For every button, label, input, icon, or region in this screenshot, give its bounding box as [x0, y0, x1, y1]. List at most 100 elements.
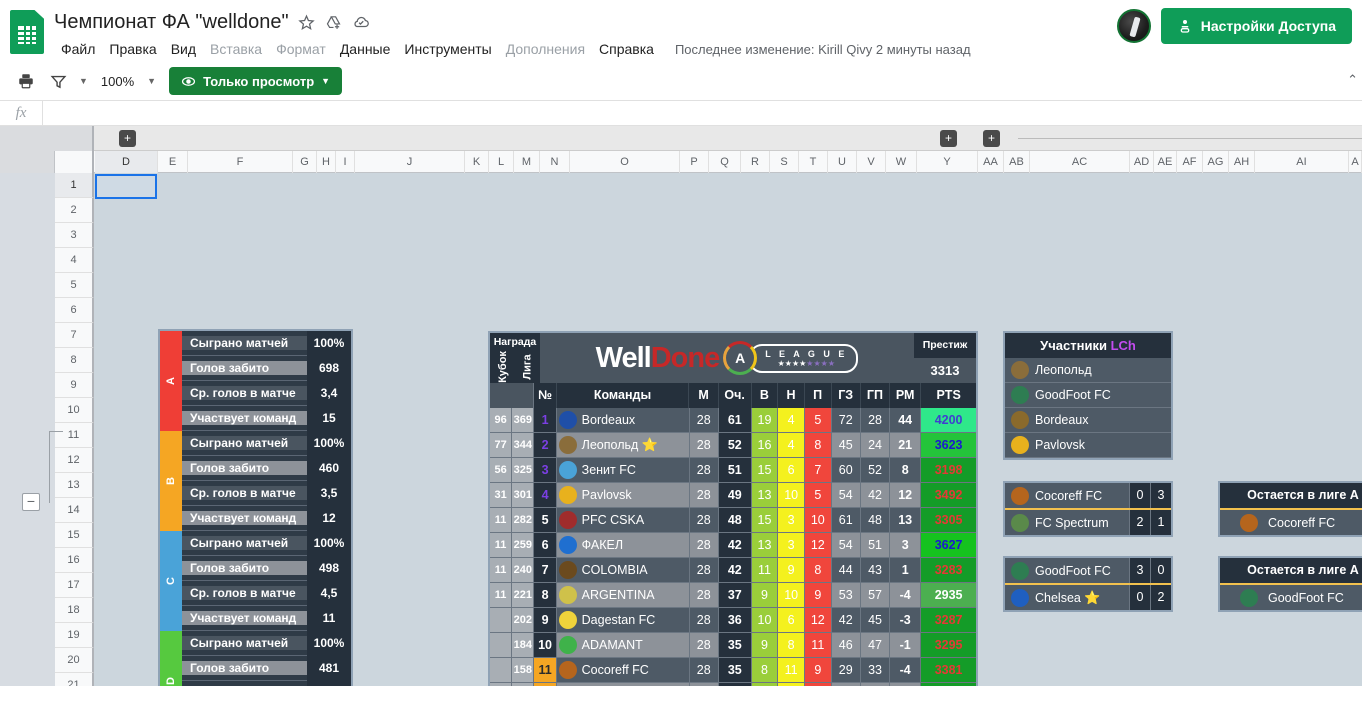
view-only-caret-icon[interactable]: ▼	[321, 76, 330, 86]
printer-icon[interactable]	[12, 67, 40, 95]
column-header-AC[interactable]: AC	[1030, 151, 1130, 173]
column-header-I[interactable]: I	[336, 151, 355, 173]
row-header-6[interactable]: 6	[55, 298, 94, 323]
column-header-F[interactable]: F	[188, 151, 293, 173]
column-header-S[interactable]: S	[770, 151, 799, 173]
cloud-saved-icon[interactable]	[352, 13, 370, 31]
add-column-group-icon-1[interactable]: +	[119, 130, 136, 147]
row-header-9[interactable]: 9	[55, 373, 94, 398]
col-header-losses: П	[804, 383, 832, 408]
row-header-15[interactable]: 15	[55, 523, 94, 548]
column-header-V[interactable]: V	[857, 151, 886, 173]
row-header-2[interactable]: 2	[55, 198, 94, 223]
row-header-17[interactable]: 17	[55, 573, 94, 598]
column-header-H[interactable]: H	[317, 151, 336, 173]
brand-well: Well	[595, 341, 652, 374]
menu-item-view[interactable]: Вид	[164, 38, 203, 60]
column-header-M[interactable]: M	[514, 151, 540, 173]
column-header-O[interactable]: O	[570, 151, 680, 173]
position: 10	[534, 633, 557, 658]
row-header-7[interactable]: 7	[55, 323, 94, 348]
matches-played: 28	[689, 458, 719, 483]
column-header-AF[interactable]: AF	[1177, 151, 1203, 173]
column-header-E[interactable]: E	[158, 151, 188, 173]
menu-item-file[interactable]: Файл	[54, 38, 102, 60]
goals-for: 45	[831, 433, 861, 458]
add-column-group-icon-3[interactable]: +	[983, 130, 1000, 147]
column-header-AD[interactable]: AD	[1130, 151, 1154, 173]
row-header-20[interactable]: 20	[55, 648, 94, 673]
column-header-D[interactable]: D	[95, 151, 158, 173]
column-header-AI[interactable]: AI	[1255, 151, 1349, 173]
zoom-dropdown-caret-icon[interactable]: ▼	[144, 76, 159, 86]
prestige-pts: 3234	[921, 683, 977, 686]
column-header-L[interactable]: L	[489, 151, 514, 173]
column-header-A[interactable]: A	[1349, 151, 1362, 173]
menu-item-edit[interactable]: Правка	[102, 38, 163, 60]
row-header-12[interactable]: 12	[55, 448, 94, 473]
grid-corner-select-all[interactable]	[55, 151, 94, 173]
column-header-AA[interactable]: AA	[978, 151, 1004, 173]
column-header-W[interactable]: W	[886, 151, 917, 173]
table-row: 11 221 8 ARGENTINA 28 37 9 10 9 53 57 -4 2935	[490, 583, 977, 608]
row-header-3[interactable]: 3	[55, 223, 94, 248]
cup-award	[490, 608, 513, 633]
column-header-G[interactable]: G	[293, 151, 317, 173]
menu-item-help[interactable]: Справка	[592, 38, 661, 60]
column-header-N[interactable]: N	[540, 151, 570, 173]
team-cell: Bordeaux	[556, 408, 690, 433]
toolbar-overflow-icon[interactable]: ⌃	[1347, 72, 1358, 88]
formula-input[interactable]	[42, 101, 1362, 125]
column-header-J[interactable]: J	[355, 151, 465, 173]
filter-icon[interactable]	[44, 67, 72, 95]
share-settings-button[interactable]: Настройки Доступа	[1160, 8, 1352, 44]
zoom-level[interactable]: 100%	[95, 71, 140, 92]
row-header-18[interactable]: 18	[55, 598, 94, 623]
row-header-19[interactable]: 19	[55, 623, 94, 648]
view-only-button[interactable]: Только просмотр ▼	[169, 67, 343, 95]
menu-item-addons[interactable]: Дополнения	[499, 38, 592, 60]
team-name: GoodFoot FC	[1035, 563, 1111, 578]
column-header-R[interactable]: R	[741, 151, 770, 173]
column-header-AB[interactable]: AB	[1004, 151, 1030, 173]
star-icon[interactable]	[298, 13, 316, 31]
add-column-group-icon-2[interactable]: +	[940, 130, 957, 147]
column-header-Y[interactable]: Y	[917, 151, 978, 173]
menu-item-format[interactable]: Формат	[269, 38, 333, 60]
row-header-5[interactable]: 5	[55, 273, 94, 298]
column-header-T[interactable]: T	[799, 151, 828, 173]
avatar[interactable]	[1116, 9, 1151, 43]
row-header-21[interactable]: 21	[55, 673, 94, 686]
menu-item-insert[interactable]: Вставка	[203, 38, 269, 60]
column-header-AG[interactable]: AG	[1203, 151, 1229, 173]
row-header-8[interactable]: 8	[55, 348, 94, 373]
row-header-11[interactable]: 11	[55, 423, 94, 448]
goals-against: 42	[860, 483, 891, 508]
selected-cell-D1[interactable]	[95, 174, 157, 199]
filter-dropdown-caret-icon[interactable]: ▼	[76, 76, 91, 86]
menu-item-data[interactable]: Данные	[333, 38, 398, 60]
column-header-K[interactable]: K	[465, 151, 489, 173]
row-header-4[interactable]: 4	[55, 248, 94, 273]
col-header-m: М	[689, 383, 719, 408]
row-header-14[interactable]: 14	[55, 498, 94, 523]
column-header-U[interactable]: U	[828, 151, 857, 173]
row-header-1[interactable]: 1	[55, 173, 94, 198]
row-header-10[interactable]: 10	[55, 398, 94, 423]
lch-header-accent: LCh	[1110, 338, 1136, 353]
page-title[interactable]: Чемпионат ФА "welldone"	[54, 11, 289, 34]
column-header-AE[interactable]: AE	[1154, 151, 1177, 173]
prestige-pts: 3283	[921, 558, 977, 583]
grid-corner[interactable]	[0, 151, 55, 173]
column-header-Q[interactable]: Q	[709, 151, 741, 173]
row-header-13[interactable]: 13	[55, 473, 94, 498]
playoff-team-row: FC Spectrum 2 1	[1005, 510, 1171, 535]
move-to-drive-icon[interactable]	[325, 13, 343, 31]
row-header-16[interactable]: 16	[55, 548, 94, 573]
collapse-row-group-icon[interactable]: −	[22, 493, 40, 511]
team-logo-icon	[1240, 513, 1258, 532]
column-header-AH[interactable]: AH	[1229, 151, 1255, 173]
menu-item-tools[interactable]: Инструменты	[397, 38, 498, 60]
column-header-P[interactable]: P	[680, 151, 709, 173]
team-logo-icon	[1011, 411, 1029, 429]
